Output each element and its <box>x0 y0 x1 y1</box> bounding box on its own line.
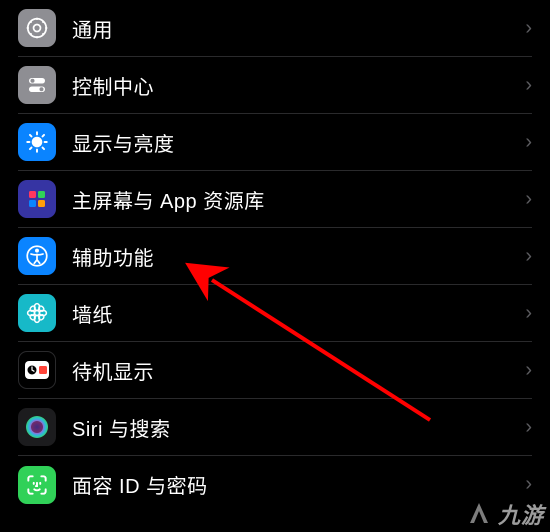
siri-icon <box>18 408 56 446</box>
accessibility-icon <box>18 237 56 275</box>
settings-row-home-screen[interactable]: 主屏幕与 App 资源库 › <box>18 171 532 228</box>
chevron-right-icon: › <box>525 359 532 382</box>
row-label-siri: Siri 与搜索 <box>72 413 525 442</box>
chevron-right-icon: › <box>525 302 532 325</box>
settings-row-faceid[interactable]: 面容 ID 与密码 › <box>18 456 532 513</box>
settings-row-display[interactable]: 显示与亮度 › <box>18 114 532 171</box>
settings-row-siri[interactable]: Siri 与搜索 › <box>18 399 532 456</box>
flower-icon <box>18 294 56 332</box>
settings-row-standby[interactable]: 待机显示 › <box>18 342 532 399</box>
row-label-display: 显示与亮度 <box>72 128 525 157</box>
settings-row-wallpaper[interactable]: 墙纸 › <box>18 285 532 342</box>
gear-icon <box>18 9 56 47</box>
chevron-right-icon: › <box>525 473 532 496</box>
chevron-right-icon: › <box>525 245 532 268</box>
chevron-right-icon: › <box>525 74 532 97</box>
row-label-control-center: 控制中心 <box>72 71 525 100</box>
row-label-standby: 待机显示 <box>72 356 525 385</box>
chevron-right-icon: › <box>525 17 532 40</box>
row-label-wallpaper: 墙纸 <box>72 299 525 328</box>
grid-icon <box>18 180 56 218</box>
sun-icon <box>18 123 56 161</box>
settings-row-general[interactable]: 通用 › <box>18 0 532 57</box>
row-label-general: 通用 <box>72 14 525 43</box>
settings-list: 通用 › 控制中心 › 显示与亮度 › 主屏幕与 App 资源库 › 辅助功能 … <box>0 0 550 513</box>
switches-icon <box>18 66 56 104</box>
chevron-right-icon: › <box>525 188 532 211</box>
settings-row-accessibility[interactable]: 辅助功能 › <box>18 228 532 285</box>
chevron-right-icon: › <box>525 131 532 154</box>
faceid-icon <box>18 466 56 504</box>
row-label-home-screen: 主屏幕与 App 资源库 <box>72 185 525 214</box>
row-label-faceid: 面容 ID 与密码 <box>72 470 525 499</box>
chevron-right-icon: › <box>525 416 532 439</box>
settings-row-control-center[interactable]: 控制中心 › <box>18 57 532 114</box>
standby-icon <box>18 351 56 389</box>
row-label-accessibility: 辅助功能 <box>72 242 525 271</box>
